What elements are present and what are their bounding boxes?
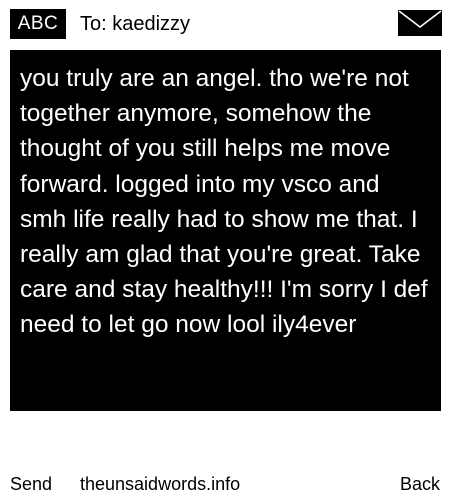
envelope-icon: [398, 10, 442, 36]
message-text: you truly are an angel. tho we're not to…: [20, 65, 428, 339]
recipient-label: To: kaedizzy: [80, 13, 191, 35]
message-box: you truly are an angel. tho we're not to…: [10, 50, 441, 411]
site-name-label: theunsaidwords.info: [80, 474, 241, 494]
input-mode-badge: ABC: [10, 9, 66, 39]
send-button[interactable]: Send: [10, 472, 52, 496]
back-button[interactable]: Back: [400, 472, 440, 496]
